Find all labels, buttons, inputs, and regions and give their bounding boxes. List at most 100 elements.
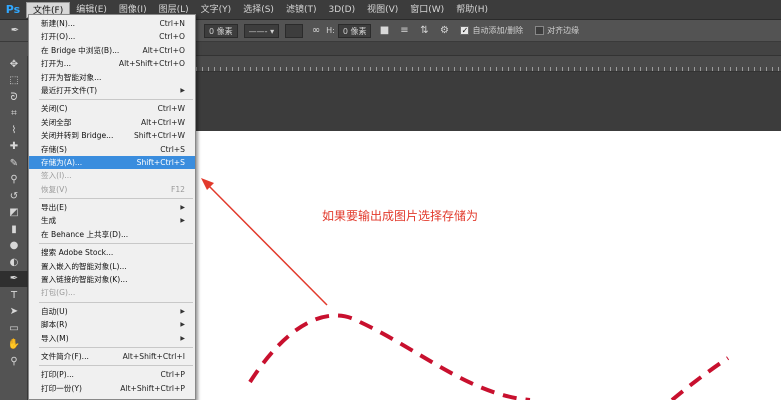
menu-select[interactable]: 选择(S) — [237, 2, 280, 18]
eyedropper-icon[interactable]: ⌇ — [0, 122, 28, 139]
menu-item-label: 打包(G)... — [41, 288, 76, 298]
menu-type[interactable]: 文字(Y) — [195, 2, 238, 18]
menu-item-shortcut: Alt+Ctrl+W — [140, 117, 185, 127]
pen-icon[interactable]: ✒ — [0, 270, 28, 287]
path-operations-icon[interactable]: ■ — [377, 24, 391, 38]
menu-filter[interactable]: 滤镜(T) — [280, 2, 323, 18]
menu-separator — [39, 346, 193, 348]
menu-item-label: 导入(M) — [41, 333, 69, 343]
path-select-icon[interactable]: ➤ — [0, 304, 28, 321]
menu-item-close-go-bridge[interactable]: 关闭并转到 Bridge... Shift+Ctrl+W — [29, 129, 195, 142]
link-icon[interactable]: ∞ — [309, 24, 323, 38]
canvas-pasteboard — [196, 72, 781, 131]
menu-item-export[interactable]: 导出(E) ▶ — [29, 201, 195, 214]
menu-item-share-behance[interactable]: 在 Behance 上共享(D)... — [29, 228, 195, 241]
menu-item-label: 打开(O)... — [41, 32, 76, 42]
shape-icon[interactable]: ▭ — [0, 320, 28, 337]
menu-item-shortcut: Shift+Ctrl+W — [133, 131, 185, 141]
menu-item-check-in[interactable]: 签入(I)... — [29, 169, 195, 182]
type-icon[interactable]: T — [0, 287, 28, 304]
menu-item-package[interactable]: 打包(G)... — [29, 286, 195, 299]
menu-item-label: 存储(S) — [41, 144, 67, 154]
menu-help[interactable]: 帮助(H) — [450, 2, 494, 18]
menu-item-shortcut: Ctrl+S — [160, 144, 185, 154]
menu-item-print[interactable]: 打印(P)... Ctrl+P — [29, 368, 195, 381]
pen-tool-preset-icon[interactable]: ✒ — [8, 24, 22, 38]
submenu-arrow-icon: ▶ — [180, 217, 185, 225]
menu-item-label: 存储为(A)... — [41, 157, 83, 167]
menu-item-place-linked[interactable]: 置入链接的智能对象(K)... — [29, 273, 195, 286]
menu-item-new[interactable]: 新建(N)... Ctrl+N — [29, 17, 195, 30]
eraser-icon[interactable]: ◩ — [0, 205, 28, 222]
menu-item-scripts[interactable]: 脚本(R) ▶ — [29, 318, 195, 331]
menu-item-label: 新建(N)... — [41, 19, 76, 28]
menu-separator — [39, 99, 193, 101]
move-icon[interactable]: ✥ — [0, 56, 28, 73]
hand-icon[interactable]: ✋ — [0, 337, 28, 354]
menu-item-label: 在 Behance 上共享(D)... — [41, 229, 129, 239]
gradient-icon[interactable]: ▮ — [0, 221, 28, 238]
height-field[interactable]: 0 像素 — [337, 23, 372, 38]
menu-item-print-one[interactable]: 打印一份(Y) Alt+Shift+Ctrl+P — [29, 382, 195, 395]
menu-item-open-as[interactable]: 打开为... Alt+Shift+Ctrl+O — [29, 57, 195, 70]
menu-item-label: 打开为智能对象... — [41, 72, 102, 82]
auto-add-delete-checkbox[interactable]: ✓ 自动添加/删除 — [460, 25, 523, 36]
brush-icon[interactable]: ✎ — [0, 155, 28, 172]
menu-3d[interactable]: 3D(D) — [322, 2, 361, 18]
menu-item-automate[interactable]: 自动(U) ▶ — [29, 305, 195, 318]
healing-icon[interactable]: ✚ — [0, 139, 28, 156]
menu-item-open[interactable]: 打开(O)... Ctrl+O — [29, 30, 195, 43]
align-edges-label: 对齐边缘 — [547, 26, 580, 35]
submenu-arrow-icon: ▶ — [180, 307, 185, 315]
path-arrangement-icon[interactable]: ⇅ — [417, 24, 431, 38]
menu-item-label: 搜索 Adobe Stock... — [41, 248, 114, 258]
menu-item-label: 打印一份(Y) — [41, 383, 82, 393]
menu-item-close[interactable]: 关闭(C) Ctrl+W — [29, 102, 195, 115]
menu-item-browse-bridge[interactable]: 在 Bridge 中浏览(B)... Alt+Ctrl+O — [29, 44, 195, 57]
history-brush-icon[interactable]: ↺ — [0, 188, 28, 205]
menu-item-place-embedded[interactable]: 置入嵌入的智能对象(L)... — [29, 260, 195, 273]
marquee-icon[interactable]: ⬚ — [0, 73, 28, 90]
stroke-style-select[interactable]: ——- ▾ — [243, 23, 280, 38]
align-edges-checkbox[interactable]: 对齐边缘 — [535, 25, 579, 36]
menu-item-label: 置入链接的智能对象(K)... — [41, 275, 128, 285]
photoshop-logo: Ps — [5, 3, 21, 16]
menu-separator — [39, 243, 193, 245]
blur-icon[interactable]: ● — [0, 238, 28, 255]
menu-item-label: 打开为... — [41, 59, 72, 69]
menu-item-save[interactable]: 存储(S) Ctrl+S — [29, 143, 195, 156]
menu-item-shortcut: Ctrl+P — [160, 370, 185, 380]
menu-separator — [39, 365, 193, 367]
submenu-arrow-icon: ▶ — [180, 321, 185, 329]
path-alignment-icon[interactable]: ≡ — [397, 24, 411, 38]
menu-item-import[interactable]: 导入(M) ▶ — [29, 332, 195, 345]
menu-item-label: 脚本(R) — [41, 320, 68, 330]
menu-item-label: 打印(P)... — [41, 370, 74, 380]
menu-item-recent-files[interactable]: 最近打开文件(T) ▶ — [29, 84, 195, 97]
menu-item-generate[interactable]: 生成 ▶ — [29, 214, 195, 227]
menu-item-search-stock[interactable]: 搜索 Adobe Stock... — [29, 246, 195, 259]
stroke-width-field[interactable] — [285, 23, 304, 38]
auto-add-delete-label: 自动添加/删除 — [472, 26, 524, 35]
zoom-icon[interactable]: ⚲ — [0, 353, 28, 370]
menu-item-file-info[interactable]: 文件简介(F)... Alt+Shift+Ctrl+I — [29, 350, 195, 363]
submenu-arrow-icon: ▶ — [180, 204, 185, 212]
menu-item-open-smart-object[interactable]: 打开为智能对象... — [29, 71, 195, 84]
lasso-icon[interactable]: ᘐ — [0, 89, 28, 106]
menu-item-save-as[interactable]: 存储为(A)... Shift+Ctrl+S — [29, 155, 195, 170]
checkbox-checked-icon: ✓ — [460, 25, 470, 35]
menu-item-close-all[interactable]: 关闭全部 Alt+Ctrl+W — [29, 116, 195, 129]
width-field[interactable]: 0 像素 — [204, 23, 238, 38]
document-canvas[interactable] — [196, 131, 781, 400]
stamp-icon[interactable]: ⚲ — [0, 172, 28, 189]
submenu-arrow-icon: ▶ — [180, 334, 185, 342]
gear-icon[interactable]: ⚙ — [437, 24, 451, 38]
menu-window[interactable]: 窗口(W) — [404, 2, 450, 18]
menu-view[interactable]: 视图(V) — [361, 2, 404, 18]
menu-item-revert[interactable]: 恢复(V) F12 — [29, 183, 195, 196]
menu-item-label: 关闭(C) — [41, 104, 68, 114]
crop-icon[interactable]: ⌗ — [0, 106, 28, 123]
menu-item-label: 关闭全部 — [41, 117, 72, 127]
dodge-icon[interactable]: ◐ — [0, 254, 28, 271]
menu-item-label: 自动(U) — [41, 306, 68, 316]
